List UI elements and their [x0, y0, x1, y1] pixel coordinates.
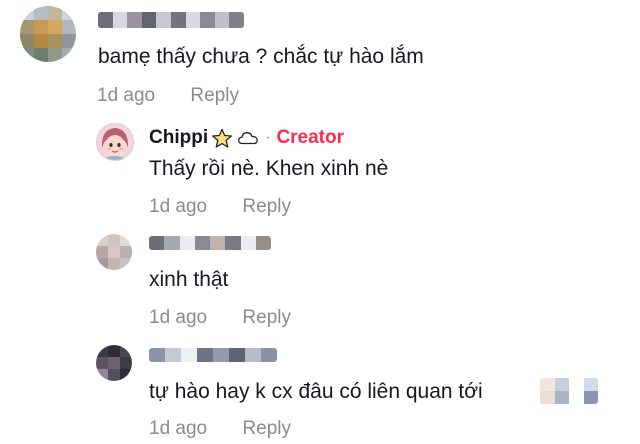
creator-badge: Creator [276, 127, 345, 148]
reply-button[interactable]: Reply [242, 196, 291, 217]
star-outline-icon [211, 128, 233, 149]
comment-text: xinh thật [149, 268, 229, 291]
timestamp: 1d ago [149, 196, 208, 217]
comment-meta: 1d ago Reply [149, 307, 291, 329]
blurred-username [149, 348, 277, 362]
reply-button[interactable]: Reply [190, 85, 239, 106]
timestamp: 1d ago [149, 418, 208, 439]
timestamp: 1d ago [149, 307, 208, 328]
blurred-mention [540, 378, 598, 404]
avatar[interactable] [20, 6, 76, 62]
separator-dot: · [265, 129, 271, 146]
creator-avatar[interactable] [96, 123, 134, 161]
creator-username[interactable]: Chippi [149, 127, 208, 149]
comment-meta: 1d ago Reply [149, 418, 291, 440]
comment-text: Thấy rồi nè. Khen xinh nè [149, 157, 389, 180]
avatar[interactable] [96, 234, 132, 270]
creator-avatar-image [97, 124, 133, 160]
cloud-outline-icon [237, 130, 259, 146]
comment-meta: 1d ago Reply [149, 196, 291, 218]
reply-button[interactable]: Reply [242, 418, 291, 439]
comment-text: bamẹ thấy chưa ? chắc tự hào lắm [98, 45, 424, 68]
comment-meta: 1d ago Reply [97, 85, 239, 107]
timestamp: 1d ago [97, 85, 156, 106]
blurred-username [149, 236, 271, 250]
reply-button[interactable]: Reply [242, 307, 291, 328]
blurred-username [98, 12, 244, 28]
comment-text: tự hào hay k cx đâu có liên quan tới [149, 380, 483, 403]
creator-header: Chippi · Creator [149, 127, 344, 149]
avatar[interactable] [96, 345, 132, 381]
